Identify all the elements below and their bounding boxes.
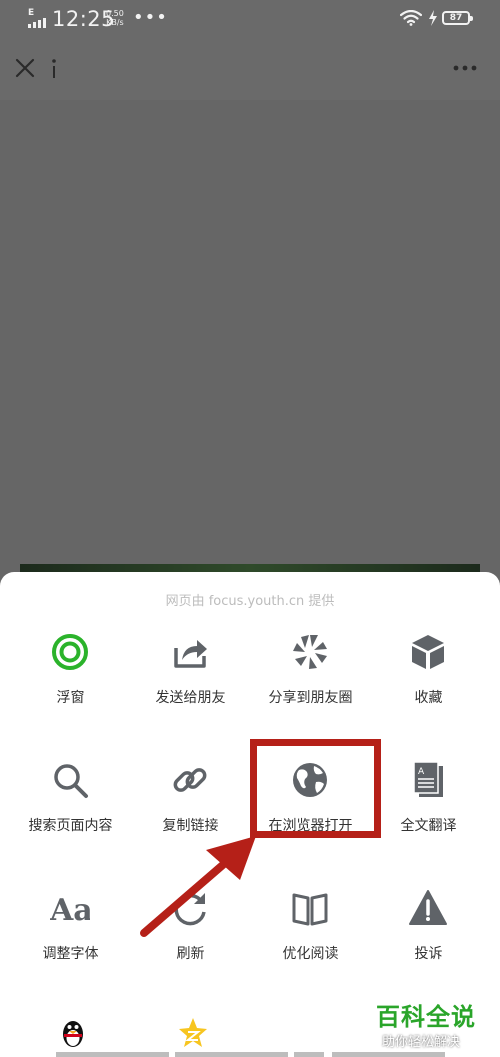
favorite-cube-icon	[412, 635, 444, 669]
action-label: 收藏	[414, 690, 443, 706]
network-speed: 0.50 KB/s	[106, 9, 124, 27]
share-icon	[174, 640, 207, 668]
bottom-item-bar	[175, 1052, 288, 1057]
float-window-icon	[52, 634, 88, 670]
qq-penguin-icon	[63, 1021, 83, 1047]
translate-icon: A	[413, 761, 443, 797]
action-label: 复制链接	[162, 818, 219, 834]
share-qq[interactable]	[8, 1012, 133, 1057]
speed-unit: KB/s	[106, 18, 124, 27]
action-search-page[interactable]: 搜索页面内容	[8, 760, 133, 860]
action-optimize-reading[interactable]: 优化阅读	[248, 888, 373, 988]
wifi-icon	[400, 10, 422, 26]
battery-icon: 87	[442, 11, 473, 25]
action-send-to-friend[interactable]: 发送给朋友	[128, 632, 253, 732]
bottom-item-bar	[56, 1052, 169, 1057]
action-favorite[interactable]: 收藏	[366, 632, 491, 732]
action-translate[interactable]: A 全文翻译	[366, 760, 491, 860]
warning-icon	[409, 890, 447, 925]
link-icon	[173, 768, 207, 792]
svg-text:A: A	[418, 767, 425, 777]
action-refresh[interactable]: 刷新	[128, 888, 253, 988]
close-icon[interactable]	[14, 57, 36, 79]
watermark-subtitle: 助你轻松解决	[382, 1035, 461, 1050]
action-label: 优化阅读	[282, 946, 339, 962]
action-float-window[interactable]: 浮窗	[8, 632, 133, 732]
charging-icon	[429, 10, 437, 26]
action-adjust-font[interactable]: Aa 调整字体	[8, 888, 133, 988]
network-type: E	[28, 8, 35, 18]
svg-text:Aa: Aa	[50, 893, 90, 928]
action-label: 投诉	[414, 946, 443, 962]
watermark-title: 百科全说	[376, 1003, 476, 1031]
status-bar: E 12:25 0.50 KB/s ••• 87	[0, 0, 500, 40]
more-icon[interactable]	[452, 64, 478, 72]
action-label: 全文翻译	[400, 818, 457, 834]
speed-value: 0.50	[106, 9, 124, 18]
action-label: 分享到朋友圈	[268, 690, 353, 706]
bottom-item-bar	[294, 1052, 324, 1057]
status-overflow: •••	[133, 7, 168, 28]
action-label: 调整字体	[42, 946, 99, 962]
book-icon	[292, 893, 328, 926]
action-label: 搜索页面内容	[28, 818, 113, 834]
action-share-moments[interactable]: 分享到朋友圈	[248, 632, 373, 732]
action-report[interactable]: 投诉	[366, 888, 491, 988]
action-label: 发送给朋友	[155, 690, 226, 706]
top-nav	[0, 40, 500, 100]
font-icon: Aa	[50, 893, 90, 928]
search-icon	[54, 764, 88, 798]
action-copy-link[interactable]: 复制链接	[128, 760, 253, 860]
provider-caption: 网页由 focus.youth.cn 提供	[165, 594, 335, 609]
highlight-box	[250, 739, 381, 838]
action-label: 刷新	[176, 946, 205, 962]
moments-icon	[293, 635, 327, 669]
share-qzone[interactable]	[128, 1012, 253, 1057]
action-label: 浮窗	[56, 690, 85, 706]
refresh-icon	[174, 893, 206, 926]
battery-level: 87	[449, 13, 463, 23]
qzone-star-icon	[179, 1018, 207, 1047]
watermark: 百科全说 助你轻松解决	[372, 997, 492, 1053]
webview-content	[0, 100, 500, 580]
info-icon[interactable]	[49, 56, 59, 80]
